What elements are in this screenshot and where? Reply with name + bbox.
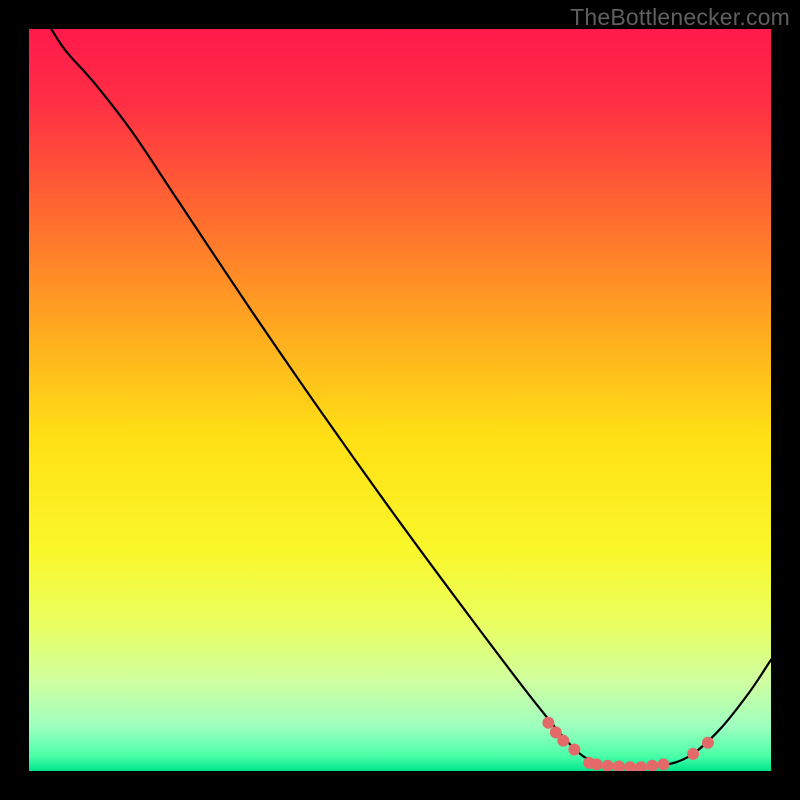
marker-dot — [568, 743, 580, 755]
chart-background — [29, 29, 771, 771]
chart-frame: TheBottlenecker.com — [0, 0, 800, 800]
marker-dot — [542, 717, 554, 729]
marker-dot — [702, 737, 714, 749]
watermark-text: TheBottlenecker.com — [570, 4, 790, 31]
marker-dot — [557, 735, 569, 747]
marker-dot — [687, 748, 699, 760]
marker-dot — [657, 758, 669, 770]
bottleneck-chart — [29, 29, 771, 771]
marker-dot — [591, 758, 603, 770]
